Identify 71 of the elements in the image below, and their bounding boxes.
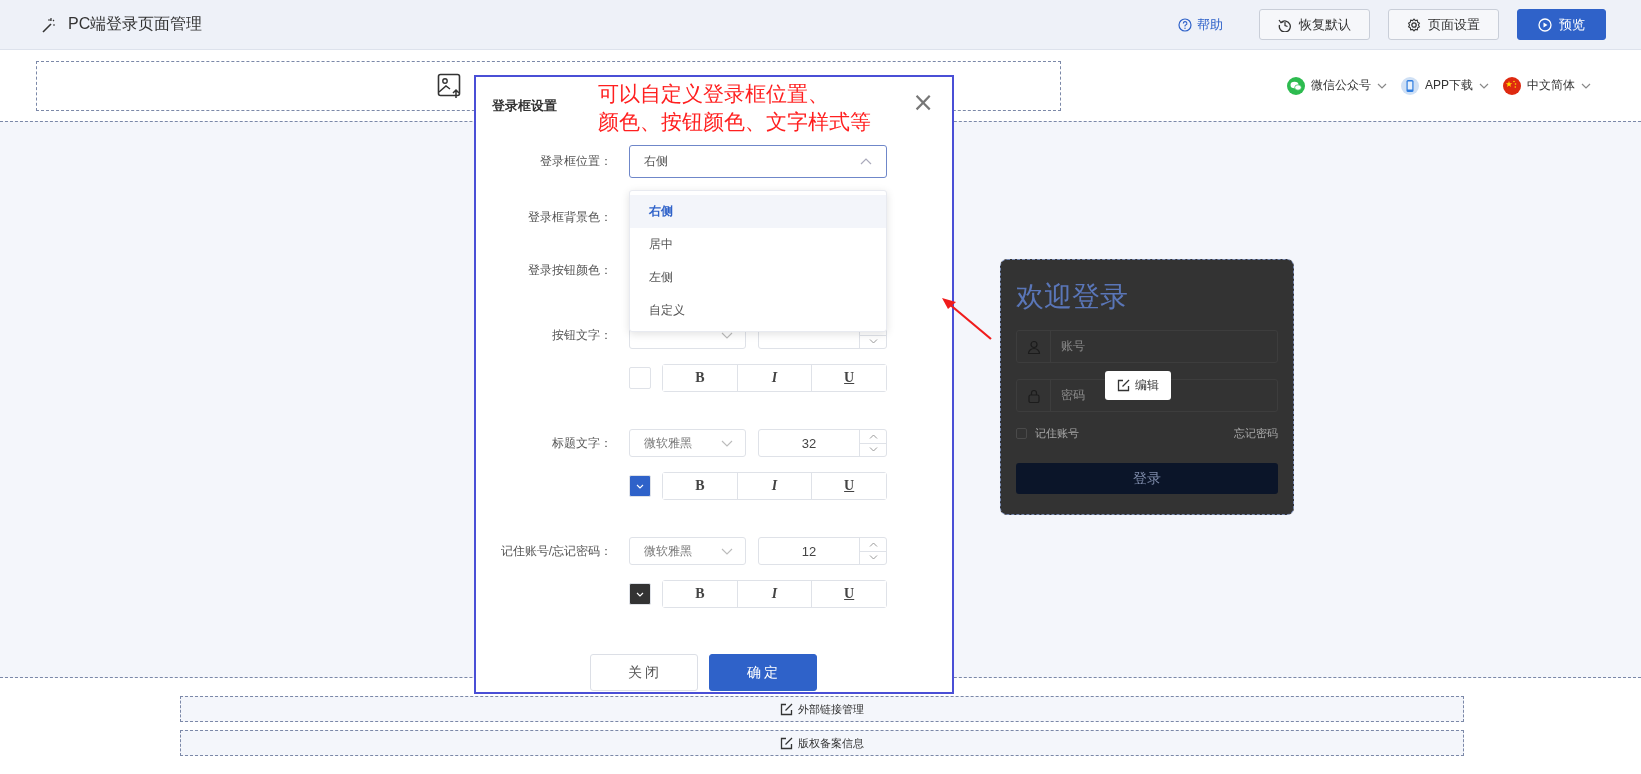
settings-icon <box>1407 17 1421 32</box>
dialog-title: 登录框设置 <box>492 97 557 115</box>
dropdown-option[interactable]: 右侧 <box>630 195 886 228</box>
dropdown-option[interactable]: 左侧 <box>630 261 886 294</box>
edit-icon <box>780 702 793 716</box>
dropdown-option[interactable]: 居中 <box>630 228 886 261</box>
chevron-down-icon <box>1581 82 1591 89</box>
chevron-down-icon <box>636 591 644 597</box>
edit-icon <box>780 736 793 750</box>
chevron-down-icon <box>1377 82 1387 89</box>
underline-button[interactable]: U <box>811 473 886 499</box>
chevron-down-icon <box>721 547 733 555</box>
color-swatch[interactable] <box>629 475 651 497</box>
login-button[interactable]: 登录 <box>1016 463 1278 494</box>
color-swatch[interactable] <box>629 583 651 605</box>
font-select[interactable]: 微软雅黑 <box>629 429 746 457</box>
field-label: 登录按钮颜色： <box>527 262 612 279</box>
language-menu[interactable]: 中文简体 <box>1503 76 1591 95</box>
preview-button[interactable]: 预览 <box>1517 9 1606 40</box>
chevron-down-icon <box>868 447 878 453</box>
color-swatch[interactable] <box>629 367 651 389</box>
annotation-text: 可以自定义登录框位置、 <box>598 81 830 107</box>
footer-section-bar[interactable]: 版权备案信息 <box>180 730 1464 756</box>
annotation-text: 颜色、按钮颜色、文字样式等 <box>598 109 871 135</box>
chevron-down-icon <box>868 339 878 345</box>
user-icon <box>1026 339 1041 354</box>
field-label: 标题文字： <box>551 435 612 452</box>
settings-button[interactable]: 页面设置 <box>1388 9 1499 40</box>
phone-icon <box>1401 76 1419 95</box>
font-select[interactable]: 微软雅黑 <box>629 537 746 565</box>
confirm-button[interactable]: 确 定 <box>708 654 817 691</box>
history-icon <box>1278 17 1292 32</box>
chevron-up-icon <box>868 433 878 439</box>
footer-section-bar[interactable]: 外部链接管理 <box>180 696 1464 722</box>
image-upload-icon <box>437 72 463 99</box>
wechat-menu[interactable]: 微信公众号 <box>1287 76 1387 95</box>
lock-icon <box>1026 388 1041 403</box>
chevron-up-icon <box>868 541 878 547</box>
close-button[interactable]: 关 闭 <box>589 654 698 691</box>
chevron-down-icon <box>1479 82 1489 89</box>
remember-label: 记住账号 <box>1035 426 1079 441</box>
forgot-password-link[interactable]: 忘记密码 <box>1234 426 1278 441</box>
help-icon <box>1178 17 1192 32</box>
font-size-field[interactable]: 32 <box>758 429 887 457</box>
underline-button[interactable]: U <box>811 581 886 607</box>
underline-button[interactable]: U <box>811 365 886 391</box>
chat-bubbles-icon <box>1287 76 1305 95</box>
dropdown-option[interactable]: 自定义 <box>630 294 886 327</box>
flag-icon <box>1503 76 1521 95</box>
field-label: 记住账号/忘记密码： <box>499 543 612 560</box>
chevron-up-icon <box>860 158 872 165</box>
annotation-arrow <box>940 296 994 342</box>
app-menu[interactable]: APP下载 <box>1401 76 1489 95</box>
chevron-down-icon <box>868 555 878 561</box>
play-icon <box>1538 17 1552 32</box>
chevron-down-icon <box>636 483 644 489</box>
restore-button[interactable]: 恢复默认 <box>1259 9 1370 40</box>
page-title: PC端登录页面管理 <box>68 14 203 34</box>
field-label: 登录框背景色： <box>527 209 612 226</box>
edit-icon <box>1117 379 1130 392</box>
edit-button[interactable]: 编辑 <box>1105 371 1171 400</box>
chevron-down-icon <box>721 439 733 447</box>
magic-wand-icon <box>40 16 56 33</box>
field-label: 登录框位置： <box>539 153 612 170</box>
font-size-field[interactable]: 12 <box>758 537 887 565</box>
help-link[interactable]: 帮助 <box>1178 15 1223 34</box>
welcome-title: 欢迎登录 <box>1016 280 1129 314</box>
field-label: 按钮文字： <box>551 327 612 344</box>
chevron-down-icon <box>721 331 733 339</box>
position-select[interactable]: 右侧 <box>629 145 887 178</box>
username-field[interactable]: 账号 <box>1016 330 1278 363</box>
